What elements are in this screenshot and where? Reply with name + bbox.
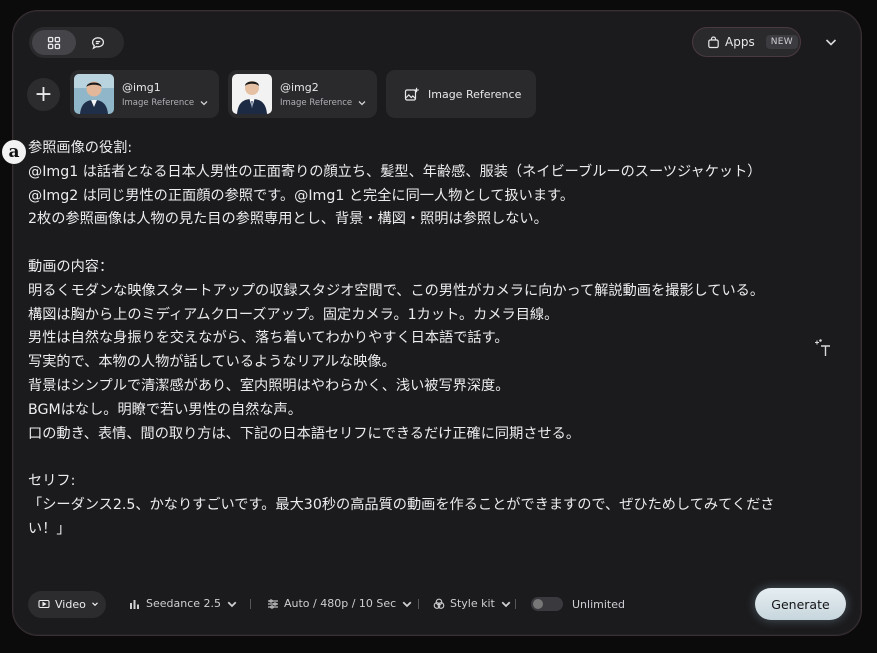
image-add-icon <box>404 87 419 101</box>
unlimited-control: Unlimited <box>531 597 625 611</box>
divider <box>250 599 251 609</box>
add-reference-button[interactable]: + <box>27 78 60 111</box>
chat-bubble-icon <box>91 36 105 50</box>
text-enhance-icon[interactable] <box>813 338 833 358</box>
grid-icon <box>47 36 61 49</box>
model-label: Seedance 2.5 <box>146 597 222 610</box>
chevron-down-icon[interactable] <box>199 98 209 108</box>
image-reference-label: Image Reference <box>428 87 522 101</box>
divider <box>515 599 516 609</box>
apps-label: Apps <box>725 35 755 49</box>
chevron-down-icon <box>91 602 98 607</box>
prompt-textarea[interactable]: 参照画像の役割: @Img1 は話者となる日本人男性の正面寄りの顔立ち、髪型、年… <box>28 137 808 567</box>
unlimited-label: Unlimited <box>572 597 625 611</box>
bottom-toolbar: Video <box>28 590 106 618</box>
style-kit-select[interactable]: Style kit <box>433 597 512 610</box>
mode-label: Video <box>55 597 86 611</box>
video-icon <box>38 599 50 609</box>
sliders-icon <box>268 598 278 609</box>
divider <box>418 599 419 609</box>
view-toggle <box>29 27 124 58</box>
new-badge: NEW <box>765 35 798 49</box>
settings-select[interactable]: Auto / 480p / 10 Sec <box>267 597 413 610</box>
person-photo-icon <box>232 74 272 114</box>
model-select[interactable]: Seedance 2.5 <box>129 597 238 610</box>
palette-icon <box>433 598 445 609</box>
chat-view-button[interactable] <box>76 30 120 55</box>
mode-select-button[interactable]: Video <box>28 590 106 618</box>
reference-type: Image Reference <box>122 98 209 108</box>
chevron-down-icon <box>501 601 511 607</box>
reference-type-label: Image Reference <box>122 97 195 108</box>
reference-card-img2[interactable]: @img2 Image Reference <box>228 70 377 118</box>
reference-type: Image Reference <box>280 98 367 108</box>
bag-icon <box>708 35 719 48</box>
style-kit-label: Style kit <box>450 597 495 610</box>
grid-view-button[interactable] <box>32 30 76 55</box>
chevron-down-icon[interactable] <box>822 33 840 51</box>
reference-card-img1[interactable]: @img1 Image Reference <box>70 70 219 118</box>
image-reference-button[interactable]: Image Reference <box>386 70 536 118</box>
unlimited-toggle[interactable] <box>531 597 563 611</box>
reference-type-label: Image Reference <box>280 97 353 108</box>
reference-thumbnail <box>232 74 272 114</box>
chevron-down-icon[interactable] <box>357 98 367 108</box>
bar-chart-icon <box>130 599 139 609</box>
apps-button[interactable]: Apps NEW <box>692 27 801 57</box>
generate-button[interactable]: Generate <box>755 588 846 620</box>
chevron-down-icon <box>402 601 412 607</box>
reference-thumbnail <box>74 74 114 114</box>
reference-name: @img2 <box>280 80 319 94</box>
assistant-badge[interactable]: a <box>2 140 26 164</box>
person-photo-icon <box>74 74 114 114</box>
reference-name: @img1 <box>122 80 161 94</box>
chevron-down-icon <box>227 601 237 607</box>
settings-label: Auto / 480p / 10 Sec <box>284 597 397 610</box>
